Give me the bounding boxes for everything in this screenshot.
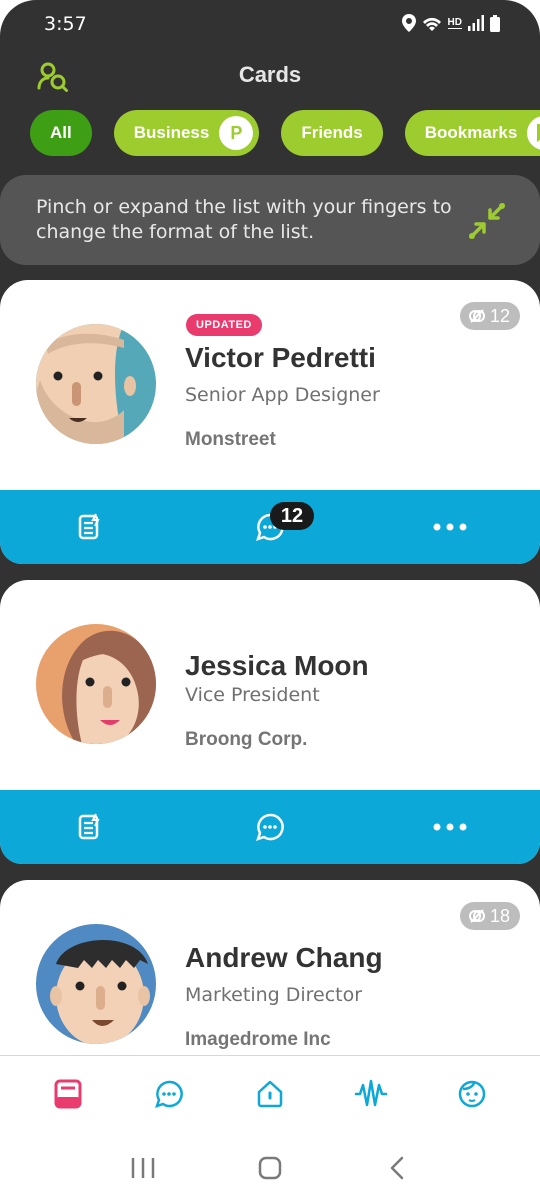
tab-bar [0,1074,540,1114]
hint-text: Pinch or expand the list with your finge… [36,196,452,243]
contact-company: Monstreet [185,429,276,450]
notes-button[interactable] [70,507,110,547]
tab-chats[interactable] [149,1074,189,1114]
contact-role: Vice President [185,684,320,706]
battery-icon [490,14,500,32]
filter-chip-label: All [50,123,72,142]
more-button[interactable] [430,507,470,547]
status-bar: 3:57 HD [0,0,540,50]
unread-messages-count: 12 [270,502,314,530]
cards-icon [54,1079,82,1109]
shared-links-badge: 12 [459,302,520,330]
pinch-hint-banner: Pinch or expand the list with your finge… [0,175,540,265]
link-icon [468,309,485,323]
notes-icon [78,513,100,540]
avatar [36,924,156,1044]
collapse-list-button[interactable] [468,202,506,240]
message-button[interactable] [250,807,290,847]
avatar [36,324,156,444]
business-badge-icon: P [219,116,254,150]
tab-profile[interactable] [452,1074,492,1114]
page-title: Cards [238,62,302,87]
more-icon [433,823,467,831]
shared-links-count: 18 [489,905,510,926]
card-body[interactable]: Jessica Moon Vice President Broong Corp. [0,580,540,790]
profile-icon [458,1080,485,1108]
shared-links-badge: 18 [459,902,520,930]
status-time: 3:57 [44,13,87,35]
system-navigation [0,1148,540,1188]
collapse-arrows-icon [469,203,505,239]
filter-chip-friends[interactable]: Friends [281,110,383,156]
signal-icon [468,15,484,31]
recents-button[interactable] [123,1148,163,1188]
tab-cards[interactable] [48,1074,88,1114]
contact-company: Broong Corp. [185,729,308,750]
chat-icon [256,813,284,841]
filter-chip-bookmarks[interactable]: Bookmarks [404,110,540,156]
filter-chip-business[interactable]: Business P [113,110,260,156]
card-body[interactable]: UPDATED 12 Victor Pedretti Senior App De… [0,280,540,490]
card-actions [0,790,540,864]
updated-badge: UPDATED [186,314,262,336]
activity-icon [354,1079,388,1107]
filter-chips: All Business P Friends Bookmarks [30,110,540,156]
tab-home[interactable] [250,1074,290,1114]
filter-chip-label: Bookmarks [424,123,518,142]
hd-voice-icon: HD [447,17,462,29]
tab-activity[interactable] [351,1074,391,1114]
contact-name: Andrew Chang [185,942,383,973]
contact-name: Jessica Moon [185,650,369,681]
app-screen: 3:57 HD Cards All Business P Friends Boo… [0,0,540,1200]
status-icons: HD [401,14,500,32]
filter-chip-label: Friends [301,123,363,142]
notes-icon [78,813,100,840]
wifi-icon [422,17,441,31]
app-header: Cards [0,52,540,98]
contact-role: Marketing Director [185,984,363,1006]
contact-company: Imagedrome Inc [185,1029,331,1050]
link-icon [468,909,485,923]
filter-chip-all[interactable]: All [30,110,92,156]
home-button[interactable] [250,1148,290,1188]
more-button[interactable] [430,807,470,847]
bottom-navigation [0,1055,540,1200]
card-actions: 12 [0,490,540,564]
home-icon [257,1080,283,1108]
back-button[interactable] [377,1148,417,1188]
avatar [36,624,156,744]
more-icon [433,523,467,531]
contact-card[interactable]: Jessica Moon Vice President Broong Corp. [0,580,540,864]
contact-name: Victor Pedretti [185,342,376,373]
location-icon [401,14,416,32]
shared-links-count: 12 [489,305,510,326]
home-button-icon [258,1156,282,1180]
chat-icon [155,1080,184,1108]
recents-icon [132,1158,155,1178]
back-icon [390,1156,403,1180]
contact-role: Senior App Designer [185,384,380,406]
bookmark-icon [527,116,540,150]
notes-button[interactable] [70,807,110,847]
filter-chip-label: Business [133,123,210,142]
contact-card[interactable]: UPDATED 12 Victor Pedretti Senior App De… [0,280,540,564]
